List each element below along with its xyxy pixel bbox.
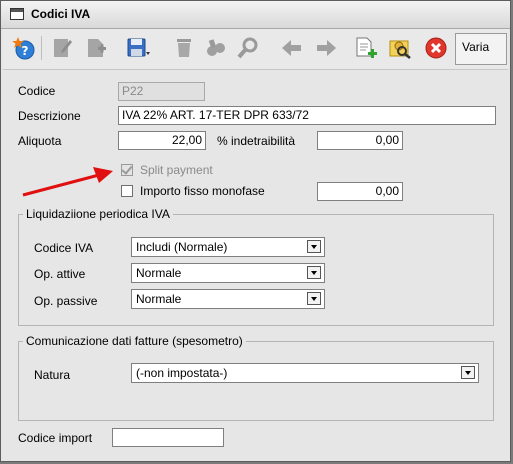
op-attive-value: Normale [136,266,182,280]
importo-fisso-label: Importo fisso monofase [140,184,265,198]
op-passive-value: Normale [136,292,182,306]
split-payment-checkbox[interactable] [121,163,133,176]
new-document-icon[interactable] [83,35,109,61]
codice-iva-value: Includi (Normale) [136,240,228,254]
indetraibilita-label: % indetraibilità [217,134,296,148]
svg-text:?: ? [22,44,29,58]
varia-button[interactable]: Varia [455,33,507,65]
codice-import-label: Codice import [18,431,93,445]
checkmark-icon [121,163,133,175]
toolbar: ? Varia [3,29,508,70]
comunicazione-title: Comunicazione dati fatture (spesometro) [23,334,246,348]
forward-arrow-icon[interactable] [313,35,339,61]
codice-iva-select[interactable]: Includi (Normale) [131,237,325,257]
binoculars-icon[interactable] [203,35,229,61]
aliquota-label: Aliquota [18,134,62,148]
chevron-down-icon[interactable] [307,240,321,253]
indetraibilita-field[interactable]: 0,00 [317,131,403,150]
natura-select[interactable]: (-non impostata-) [131,363,479,383]
window-icon [10,8,24,20]
delete-icon[interactable] [171,35,197,61]
op-attive-label: Op. attive [34,267,86,281]
codice-field[interactable]: P22 [118,82,205,101]
op-passive-select[interactable]: Normale [131,289,325,309]
save-icon[interactable] [125,35,151,61]
window-title: Codici IVA [31,7,91,21]
codice-label: Codice [18,84,56,98]
annotation-arrow-icon [22,167,113,197]
descrizione-field[interactable]: IVA 22% ART. 17-TER DPR 633/72 [118,106,496,125]
chevron-down-icon[interactable] [307,292,321,305]
natura-label: Natura [34,368,71,382]
liquidazione-title: Liquidaziione periodica IVA [23,207,173,221]
codici-iva-window: Codici IVA ? Varia Codice P22 Descrizion… [0,0,511,462]
importo-fisso-checkbox[interactable] [121,185,133,197]
codice-import-field[interactable] [112,428,224,447]
op-attive-select[interactable]: Normale [131,263,325,283]
codice-iva-label: Codice IVA [34,241,94,255]
aliquota-field[interactable]: 22,00 [118,131,206,150]
help-star-icon[interactable]: ? [11,35,37,61]
importo-fisso-field[interactable]: 0,00 [317,182,403,201]
title-bar: Codici IVA [1,1,510,29]
back-arrow-icon[interactable] [279,35,305,61]
close-icon[interactable] [423,35,449,61]
edit-icon[interactable] [49,35,75,61]
chevron-down-icon[interactable] [307,266,321,279]
add-document-icon[interactable] [353,35,379,61]
search-icon[interactable] [235,35,261,61]
op-passive-label: Op. passive [34,294,98,308]
split-payment-label: Split payment [140,163,213,177]
find-user-icon[interactable] [387,35,413,61]
chevron-down-icon[interactable] [461,366,475,379]
descrizione-label: Descrizione [18,109,81,123]
natura-value: (-non impostata-) [136,366,228,380]
